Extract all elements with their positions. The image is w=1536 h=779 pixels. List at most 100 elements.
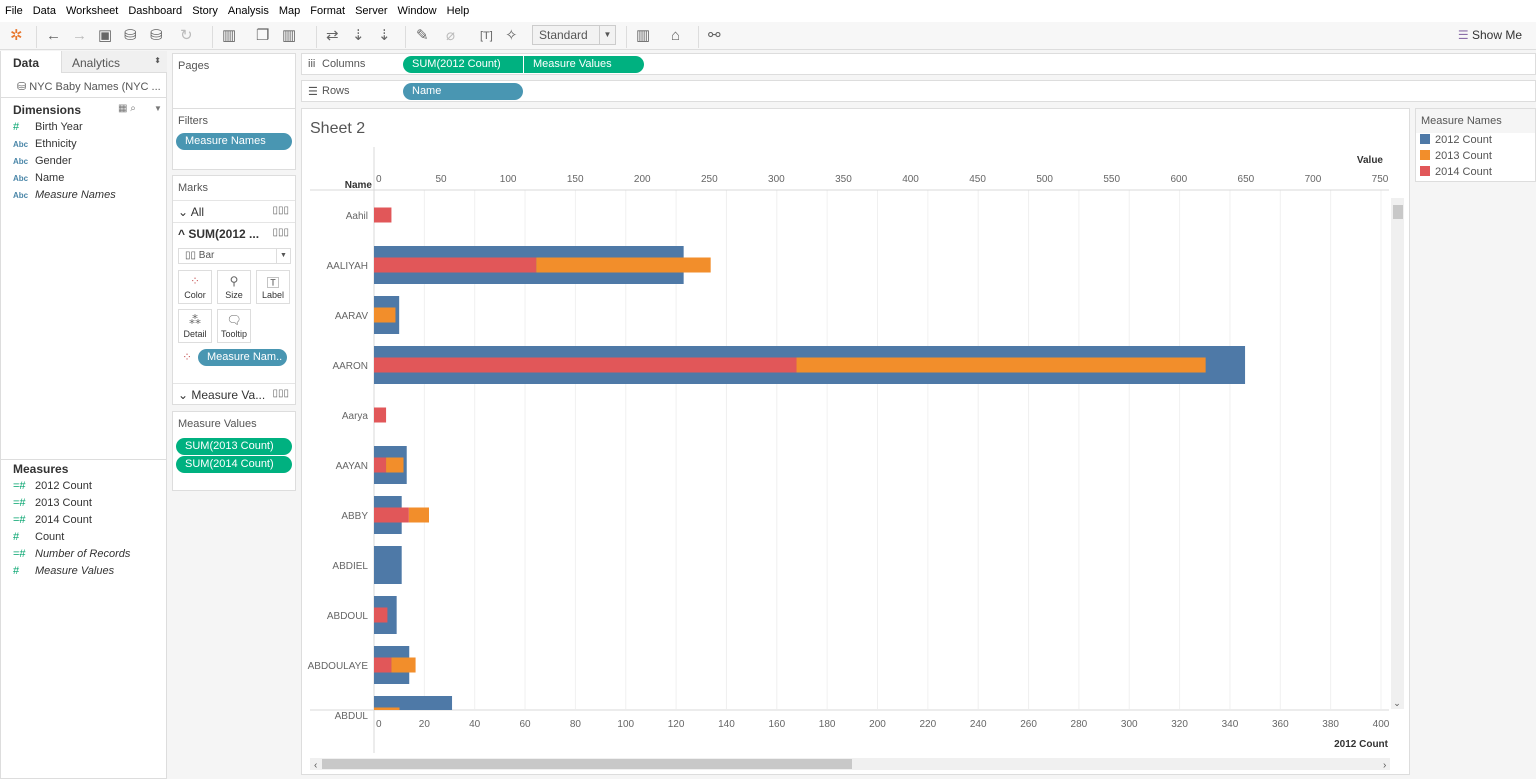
rows-pill-name[interactable]: Name [403, 83, 523, 100]
bar-2013-count[interactable] [374, 307, 396, 323]
undo-icon[interactable]: ← [46, 27, 61, 45]
menu-server[interactable]: Server [355, 5, 387, 17]
field-ethnicity[interactable]: Abc Ethnicity [13, 138, 77, 150]
show-me-button[interactable]: ☰ Show Me [1458, 28, 1522, 42]
rows-shelf[interactable]: ☰ Rows Name [301, 80, 1536, 102]
bar-2012-count[interactable] [374, 546, 402, 584]
vertical-scrollbar[interactable] [1391, 198, 1404, 709]
fit-select[interactable]: Standard ▼ [532, 25, 616, 45]
marks-measure-values-row[interactable]: ⌄ Measure Va... ▯▯▯ [173, 383, 295, 405]
field-2013-count[interactable]: =# 2013 Count [13, 497, 92, 509]
top-axis-tick: 0 [376, 174, 382, 185]
field-gender[interactable]: Abc Gender [13, 155, 72, 167]
field-label: 2012 Count [35, 480, 92, 492]
menu-format[interactable]: Format [310, 5, 345, 17]
mark-type-select[interactable]: ▯▯ Bar ▼ [178, 248, 291, 264]
clear-sheet-icon[interactable]: ▥ [282, 27, 296, 45]
vertical-scrollbar-thumb[interactable] [1393, 205, 1403, 219]
measure-values-shelf[interactable]: Measure Values SUM(2013 Count) SUM(2014 … [172, 411, 296, 491]
menu-dropdown-icon[interactable]: ▼ [154, 104, 162, 113]
bar-2013-count[interactable] [386, 457, 404, 473]
pin-icon[interactable]: ✧ [505, 27, 518, 45]
bar-2014-count[interactable] [374, 607, 388, 623]
menu-window[interactable]: Window [398, 5, 437, 17]
tab-data[interactable]: Data [1, 51, 61, 73]
field-measure-names[interactable]: Abc Measure Names [13, 189, 116, 201]
label-icon[interactable]: [T] [480, 27, 493, 45]
presentation-icon[interactable]: ⌂ [671, 27, 680, 45]
field-2012-count[interactable]: =# 2012 Count [13, 480, 92, 492]
legend-item[interactable]: 2014 Count [1420, 166, 1492, 178]
highlight-icon[interactable]: ✎ [416, 27, 429, 45]
filter-pill-measure-names[interactable]: Measure Names [176, 133, 292, 150]
columns-pill-measure-values[interactable]: Measure Values [524, 56, 644, 73]
bar-2012-count[interactable] [374, 696, 453, 734]
group-icon[interactable]: ⌀ [446, 27, 455, 45]
bar-2014-count[interactable] [374, 657, 392, 673]
bar-2014-count[interactable] [374, 357, 797, 373]
legend-item[interactable]: 2013 Count [1420, 150, 1492, 162]
menu-worksheet[interactable]: Worksheet [66, 5, 118, 17]
size-card-label: Size [225, 290, 243, 300]
bottom-axis-tick: 60 [519, 719, 531, 730]
bar-2014-count[interactable] [374, 207, 392, 223]
bar-2013-count[interactable] [796, 357, 1206, 373]
columns-pill-sum-2012[interactable]: SUM(2012 Count) [403, 56, 523, 73]
color-pill-measure-names[interactable]: Measure Nam.. [198, 349, 287, 366]
show-cards-icon[interactable]: ▥ [636, 27, 650, 45]
refresh-icon[interactable]: ↻ [180, 27, 193, 45]
redo-icon[interactable]: → [72, 27, 87, 45]
menu-map[interactable]: Map [279, 5, 300, 17]
bar-2014-count[interactable] [374, 407, 387, 423]
field-count[interactable]: # Count [13, 531, 64, 543]
menu-data[interactable]: Data [33, 5, 56, 17]
save-icon[interactable]: ▣ [98, 27, 112, 45]
field-label: Birth Year [35, 121, 83, 133]
bar-2014-count[interactable] [374, 507, 409, 523]
label-card[interactable]: 🅃 Label [256, 270, 290, 304]
sort-ascending-icon[interactable]: ⇣ [352, 27, 365, 45]
duplicate-sheet-icon[interactable]: ❐ [256, 27, 269, 45]
columns-icon: iii [308, 58, 316, 70]
pause-updates-icon[interactable]: ⛁ [150, 27, 163, 45]
swap-icon[interactable]: ⇄ [326, 27, 339, 45]
new-worksheet-icon[interactable]: ▥ [222, 27, 236, 45]
share-icon[interactable]: ⚯ [708, 27, 721, 45]
sort-descending-icon[interactable]: ⇣ [378, 27, 391, 45]
bar-2013-count[interactable] [391, 657, 416, 673]
field-measure-values[interactable]: # Measure Values [13, 565, 114, 577]
marks-sum-row[interactable]: ^ SUM(2012 ... ▯▯▯ [173, 222, 295, 244]
menu-dashboard[interactable]: Dashboard [128, 5, 182, 17]
menu-help[interactable]: Help [447, 5, 470, 17]
field-number-of-records[interactable]: =# Number of Records [13, 548, 130, 560]
field-birth-year[interactable]: # Birth Year [13, 121, 83, 133]
bar-2014-count[interactable] [374, 457, 387, 473]
legend-label: 2014 Count [1435, 166, 1492, 178]
marks-all-row[interactable]: ⌄ All ▯▯▯ [173, 200, 295, 222]
detail-card[interactable]: ⁂ Detail [178, 309, 212, 343]
menu-analysis[interactable]: Analysis [228, 5, 269, 17]
columns-shelf[interactable]: iii Columns SUM(2012 Count) Measure Valu… [301, 53, 1536, 75]
legend-swatch [1420, 166, 1430, 176]
size-card[interactable]: ⚲ Size [217, 270, 251, 304]
legend-item[interactable]: 2012 Count [1420, 134, 1492, 146]
new-datasource-icon[interactable]: ⛁ [124, 27, 137, 45]
tab-analytics[interactable]: Analytics ⬍ [61, 51, 167, 73]
field-name[interactable]: Abc Name [13, 172, 64, 184]
bar-2014-count[interactable] [374, 257, 537, 273]
menu-file[interactable]: File [5, 5, 23, 17]
horizontal-scrollbar-thumb[interactable] [322, 759, 852, 769]
bar-2013-count[interactable] [408, 507, 429, 523]
mark-type-value: Bar [198, 250, 215, 261]
view-toggle-icon[interactable]: ▦ ⌕ [118, 103, 136, 114]
color-card[interactable]: ⁘ Color [178, 270, 212, 304]
filters-shelf[interactable]: Filters Measure Names [172, 108, 296, 170]
tooltip-card[interactable]: 🗨 Tooltip [217, 309, 251, 343]
menu-story[interactable]: Story [192, 5, 218, 17]
field-2014-count[interactable]: =# 2014 Count [13, 514, 92, 526]
tableau-logo-icon[interactable]: ✲ [10, 27, 23, 45]
datasource-item[interactable]: ⛁ NYC Baby Names (NYC ... [17, 80, 161, 93]
mv-pill-2014[interactable]: SUM(2014 Count) [176, 456, 292, 473]
bar-2013-count[interactable] [536, 257, 711, 273]
mv-pill-2013[interactable]: SUM(2013 Count) [176, 438, 292, 455]
